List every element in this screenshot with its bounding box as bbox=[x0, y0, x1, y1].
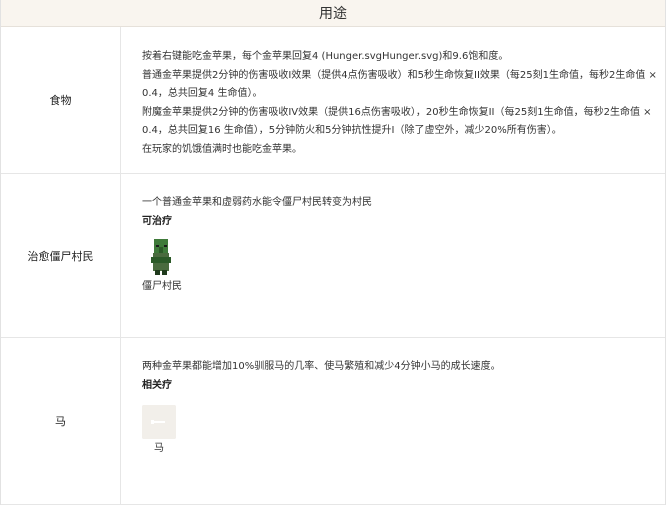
zombie-villager-icon[interactable] bbox=[145, 237, 179, 277]
row-label-food: 食物 bbox=[1, 27, 121, 173]
row-content-food: 按着右键能吃金苹果，每个金苹果回复4 (Hunger.svgHunger.svg… bbox=[121, 27, 665, 173]
header-title: 用途 bbox=[319, 6, 347, 22]
horse-subheading: 相关疗 bbox=[142, 379, 172, 391]
horse-card[interactable]: 马 bbox=[142, 405, 176, 457]
food-line-6: 在玩家的饥饿值满时也能吃金苹果。 bbox=[142, 143, 302, 155]
row-content-cure: 一个普通金苹果和虚弱药水能令僵尸村民转变为村民 可治疗 僵尸村民 bbox=[121, 174, 665, 337]
row-label-horse: 马 bbox=[1, 338, 121, 504]
food-line-2: 普通金苹果提供2分钟的伤害吸收I效果（提供4点伤害吸收）和5秒生命恢复II效果（… bbox=[142, 69, 657, 81]
zombie-villager-card[interactable]: 僵尸村民 bbox=[142, 237, 182, 295]
food-line-1: 按着右键能吃金苹果，每个金苹果回复4 (Hunger.svgHunger.svg… bbox=[142, 51, 509, 62]
horse-label[interactable]: 马 bbox=[142, 441, 176, 457]
zombie-villager-label[interactable]: 僵尸村民 bbox=[142, 279, 182, 295]
table-row-cure-zombie-villager: 治愈僵尸村民 一个普通金苹果和虚弱药水能令僵尸村民转变为村民 可治疗 僵尸村民 bbox=[1, 174, 665, 338]
table-row-food: 食物 按着右键能吃金苹果，每个金苹果回复4 (Hunger.svgHunger.… bbox=[1, 27, 665, 174]
food-line-3: 0.4，总共回复4 生命值）。 bbox=[142, 88, 263, 99]
food-line-4: 附魔金苹果提供2分钟的伤害吸收IV效果（提供16点伤害吸收），20秒生命恢复II… bbox=[142, 106, 652, 118]
row-content-horse: 两种金苹果都能增加10%驯服马的几率、使马繁殖和减少4分钟小马的成长速度。 相关… bbox=[121, 338, 665, 504]
horse-description: 两种金苹果都能增加10%驯服马的几率、使马繁殖和减少4分钟小马的成长速度。 bbox=[142, 361, 501, 372]
horse-icon[interactable] bbox=[142, 405, 176, 439]
row-label-cure: 治愈僵尸村民 bbox=[1, 174, 121, 337]
horse-svg bbox=[142, 405, 176, 439]
cure-description: 一个普通金苹果和虚弱药水能令僵尸村民转变为村民 bbox=[142, 197, 372, 208]
zombie-villager-svg bbox=[151, 239, 171, 275]
food-line-5: 0.4，总共回复16 生命值），5分钟防火和5分钟抗性提升I（除了虚空外，减少2… bbox=[142, 125, 562, 136]
cure-subheading: 可治疗 bbox=[142, 215, 172, 227]
table-row-horse: 马 两种金苹果都能增加10%驯服马的几率、使马繁殖和减少4分钟小马的成长速度。 … bbox=[1, 338, 665, 505]
table-header: 用途 bbox=[1, 0, 665, 27]
usage-table: 用途 食物 按着右键能吃金苹果，每个金苹果回复4 (Hunger.svgHung… bbox=[0, 0, 666, 505]
